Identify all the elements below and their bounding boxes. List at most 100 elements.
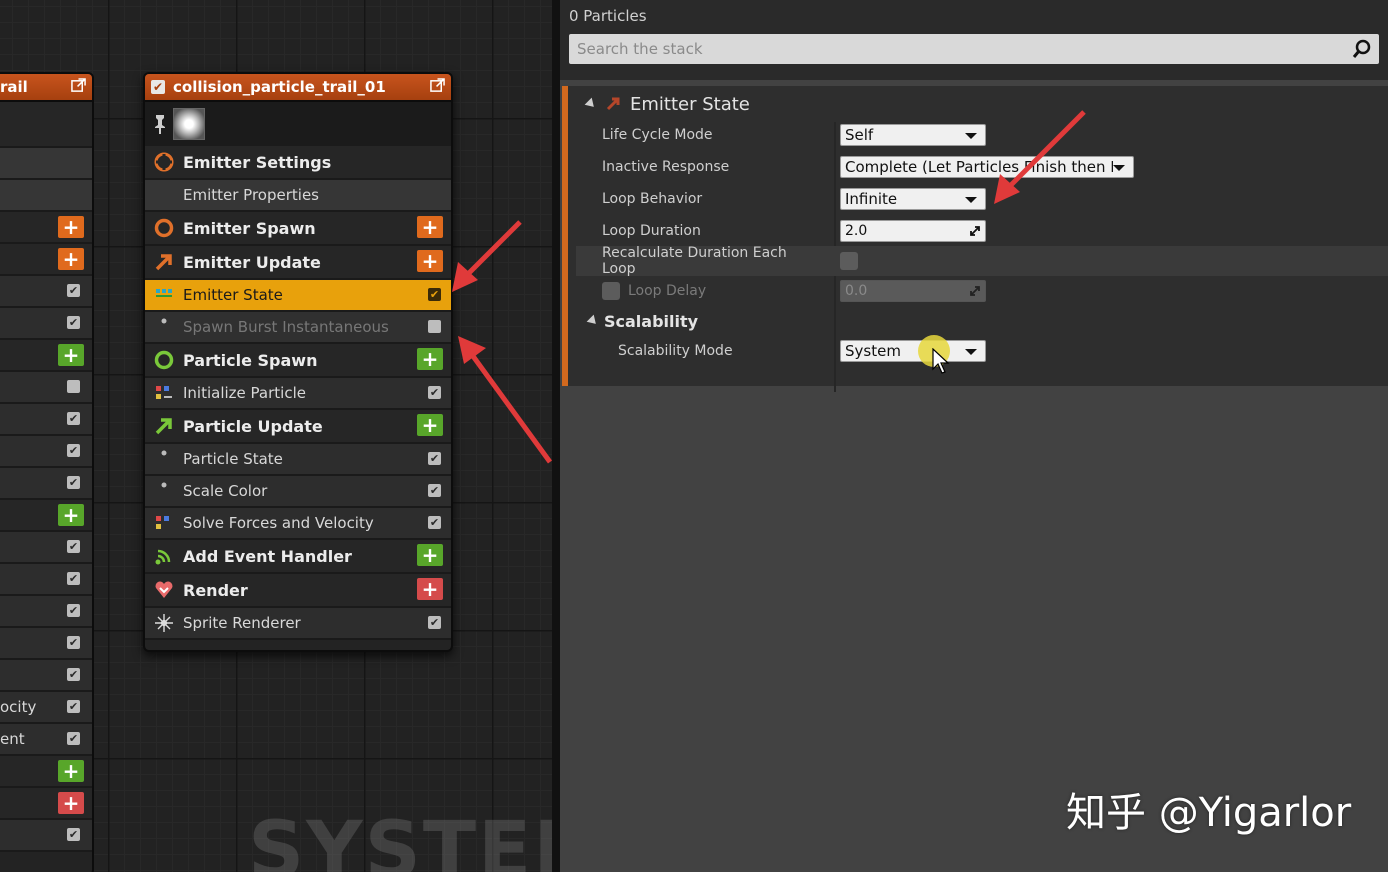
partial-node-row[interactable]: +	[0, 788, 92, 820]
module-enabled-checkbox[interactable]: ✔	[428, 386, 441, 399]
module-enabled-checkbox[interactable]: ✔	[428, 484, 441, 497]
add-module-button[interactable]: +	[58, 760, 84, 782]
emitter-thumbnail[interactable]	[173, 108, 205, 140]
module-enabled-checkbox[interactable]	[428, 320, 441, 333]
partial-node-row[interactable]: +	[0, 244, 92, 276]
collapse-triangle-icon[interactable]	[586, 314, 600, 328]
partial-node-row[interactable]: ✔	[0, 436, 92, 468]
partial-node-row[interactable]: ent ✔	[0, 724, 92, 756]
life-cycle-mode-dropdown[interactable]: Self	[840, 124, 986, 146]
module-enabled-checkbox[interactable]: ✔	[428, 516, 441, 529]
partial-node-row[interactable]: ✔	[0, 468, 92, 500]
partial-node-row[interactable]	[0, 372, 92, 404]
emitter-enabled-checkbox[interactable]: ✔	[151, 80, 165, 94]
emitter-state-header[interactable]: Emitter State	[576, 90, 1386, 118]
pin-icon[interactable]	[153, 114, 167, 134]
scalability-mode-dropdown[interactable]: System	[840, 340, 986, 362]
search-icon[interactable]	[1351, 38, 1373, 60]
partial-node-row[interactable]: ✔	[0, 660, 92, 692]
module-enabled-checkbox[interactable]: ✔	[67, 444, 80, 457]
open-external-icon[interactable]	[71, 78, 86, 93]
partial-node-row[interactable]: ✔	[0, 820, 92, 852]
add-module-button[interactable]: +	[417, 414, 443, 436]
panel-splitter[interactable]	[552, 0, 560, 872]
stack-group-emitter-spawn[interactable]: Emitter Spawn +	[145, 212, 451, 246]
partial-node-row[interactable]: ✔	[0, 308, 92, 340]
module-enabled-checkbox[interactable]: ✔	[67, 572, 80, 585]
partial-node-row[interactable]: +	[0, 756, 92, 788]
module-enabled-checkbox[interactable]: ✔	[67, 284, 80, 297]
chevron-down-icon	[965, 349, 977, 355]
partial-node-row[interactable]	[0, 180, 92, 212]
add-module-button[interactable]: +	[417, 578, 443, 600]
module-enabled-checkbox[interactable]: ✔	[67, 540, 80, 553]
partial-emitter-node[interactable]: rail + + ✔ ✔ + ✔ ✔ ✔ + ✔ ✔ ✔ ✔ ✔ ocity ✔ ent ✔ + + ✔	[0, 72, 94, 872]
stack-module-emitter-properties[interactable]: Emitter Properties	[145, 180, 451, 212]
partial-node-row[interactable]: +	[0, 212, 92, 244]
drag-handle-icon[interactable]	[969, 225, 981, 237]
node-graph[interactable]: SYSTEM rail ++✔✔+✔✔✔+✔✔✔✔✔ocity✔ent✔++✔ …	[0, 0, 552, 872]
partial-node-row[interactable]: ✔	[0, 404, 92, 436]
add-module-button[interactable]: +	[417, 544, 443, 566]
loop-delay-enable-checkbox[interactable]	[602, 282, 620, 300]
stack-group-render[interactable]: Render +	[145, 574, 451, 608]
stack-module-sprite-renderer[interactable]: Sprite Renderer ✔	[145, 608, 451, 640]
stack-module-initialize-particle[interactable]: Initialize Particle ✔	[145, 378, 451, 410]
add-module-button[interactable]: +	[58, 344, 84, 366]
add-module-button[interactable]: +	[58, 792, 84, 814]
partial-node-row[interactable]: ✔	[0, 564, 92, 596]
stack-group-particle-spawn[interactable]: Particle Spawn +	[145, 344, 451, 378]
stack-module-scale-color[interactable]: Scale Color ✔	[145, 476, 451, 508]
partial-node-row[interactable]	[0, 148, 92, 180]
module-enabled-checkbox[interactable]: ✔	[67, 412, 80, 425]
add-module-button[interactable]: +	[417, 250, 443, 272]
inactive-response-dropdown[interactable]: Complete (Let Particles Finish then K	[840, 156, 1134, 178]
module-enabled-checkbox[interactable]: ✔	[428, 616, 441, 629]
add-module-button[interactable]: +	[417, 348, 443, 370]
loop-duration-input[interactable]: 2.0	[840, 220, 986, 242]
add-module-button[interactable]: +	[58, 504, 84, 526]
stack-group-emitter-update[interactable]: Emitter Update +	[145, 246, 451, 280]
stack-module-particle-state[interactable]: Particle State ✔	[145, 444, 451, 476]
module-enabled-checkbox[interactable]: ✔	[67, 636, 80, 649]
module-enabled-checkbox[interactable]	[67, 380, 80, 393]
stack-group-particle-update[interactable]: Particle Update +	[145, 410, 451, 444]
stack-module-solve-forces-and-velocity[interactable]: Solve Forces and Velocity ✔	[145, 508, 451, 540]
emitter-node-header[interactable]: ✔ collision_particle_trail_01	[145, 74, 451, 102]
module-enabled-checkbox[interactable]: ✔	[428, 452, 441, 465]
recalculate-duration-checkbox[interactable]	[840, 252, 858, 270]
module-enabled-checkbox[interactable]: ✔	[67, 604, 80, 617]
stack-module-emitter-state[interactable]: Emitter State ✔	[145, 280, 451, 312]
module-enabled-checkbox[interactable]: ✔	[67, 316, 80, 329]
loop-delay-input[interactable]: 0.0	[840, 280, 986, 302]
partial-node-row[interactable]: ✔	[0, 596, 92, 628]
partial-node-row[interactable]: ✔	[0, 532, 92, 564]
stack-search-input[interactable]	[569, 35, 1351, 63]
emitter-node[interactable]: ✔ collision_particle_trail_01 Emitter Se…	[143, 72, 453, 652]
module-enabled-checkbox[interactable]: ✔	[67, 700, 80, 713]
add-module-button[interactable]: +	[58, 248, 84, 270]
partial-node-row[interactable]	[0, 102, 92, 148]
loop-behavior-dropdown[interactable]: Infinite	[840, 188, 986, 210]
dropdown-value: Self	[845, 126, 874, 144]
add-module-button[interactable]: +	[58, 216, 84, 238]
scalability-header[interactable]: Scalability	[576, 306, 1388, 336]
stack-search-box[interactable]	[569, 34, 1379, 64]
module-enabled-checkbox[interactable]: ✔	[67, 668, 80, 681]
stack-group-emitter-settings[interactable]: Emitter Settings	[145, 146, 451, 180]
module-enabled-checkbox[interactable]: ✔	[428, 288, 441, 301]
partial-node-row[interactable]: ✔	[0, 276, 92, 308]
partial-node-row[interactable]: +	[0, 340, 92, 372]
partial-node-header[interactable]: rail	[0, 74, 92, 102]
module-enabled-checkbox[interactable]: ✔	[67, 476, 80, 489]
add-module-button[interactable]: +	[417, 216, 443, 238]
module-enabled-checkbox[interactable]: ✔	[67, 828, 80, 841]
stack-module-spawn-burst-instantaneous[interactable]: Spawn Burst Instantaneous	[145, 312, 451, 344]
stack-group-add-event-handler[interactable]: Add Event Handler +	[145, 540, 451, 574]
partial-node-row[interactable]: +	[0, 500, 92, 532]
partial-node-row[interactable]: ✔	[0, 628, 92, 660]
open-external-icon[interactable]	[430, 78, 445, 93]
module-enabled-checkbox[interactable]: ✔	[67, 732, 80, 745]
partial-node-row[interactable]: ocity ✔	[0, 692, 92, 724]
collapse-triangle-icon[interactable]	[584, 97, 598, 111]
